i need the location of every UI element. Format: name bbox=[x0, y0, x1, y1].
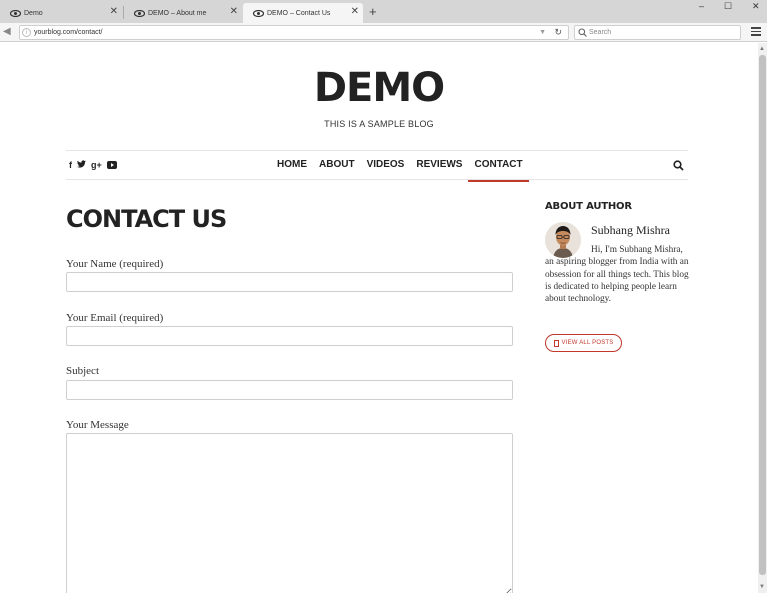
search-icon bbox=[578, 28, 587, 37]
back-arrow-icon[interactable]: ◀ bbox=[3, 26, 11, 38]
sidebar-heading: ABOUT AUTHOR bbox=[545, 201, 632, 212]
nav-item-videos[interactable]: VIDEOS bbox=[361, 151, 411, 181]
maximize-button[interactable]: ☐ bbox=[724, 0, 732, 12]
site-title[interactable]: DEMO bbox=[0, 62, 758, 114]
info-icon[interactable]: i bbox=[22, 28, 31, 37]
close-icon[interactable]: ✕ bbox=[110, 7, 118, 17]
tab-bar: Demo ✕ DEMO – About me ✕ DEMO – Contact … bbox=[0, 0, 767, 23]
dropdown-icon[interactable]: ▼ bbox=[539, 26, 546, 39]
author-bio: Hi, I'm Subhang Mishra, an aspiring blog… bbox=[545, 244, 690, 305]
twitter-icon[interactable] bbox=[77, 159, 86, 171]
eye-icon bbox=[10, 9, 21, 17]
hamburger-menu-icon[interactable] bbox=[751, 27, 761, 37]
eye-icon bbox=[253, 9, 264, 17]
social-links: f g+ bbox=[69, 159, 117, 171]
close-icon[interactable]: ✕ bbox=[351, 7, 359, 17]
page-title: CONTACT US bbox=[66, 205, 227, 233]
eye-icon bbox=[134, 9, 145, 17]
new-tab-button[interactable]: + bbox=[369, 5, 377, 18]
main-navigation: f g+ HOME ABOUT VIDEOS REVIEWS CONTACT bbox=[66, 150, 688, 182]
facebook-icon[interactable]: f bbox=[69, 159, 72, 171]
minimize-button[interactable]: – bbox=[699, 0, 704, 12]
browser-tab-demo[interactable]: Demo ✕ bbox=[0, 3, 122, 23]
tab-title: DEMO – About me bbox=[148, 9, 207, 17]
url-text[interactable]: yourblog.com/contact/ bbox=[34, 27, 102, 39]
nav-item-reviews[interactable]: REVIEWS bbox=[410, 151, 468, 181]
message-field[interactable] bbox=[66, 433, 513, 593]
nav-item-contact[interactable]: CONTACT bbox=[468, 151, 529, 182]
nav-item-about[interactable]: ABOUT bbox=[313, 151, 361, 181]
reload-icon[interactable]: ↻ bbox=[554, 26, 562, 39]
close-window-button[interactable]: ✕ bbox=[752, 0, 760, 12]
author-bio-text: Hi, I'm Subhang Mishra, an aspiring blog… bbox=[545, 245, 689, 305]
google-plus-icon[interactable]: g+ bbox=[91, 159, 102, 171]
youtube-icon[interactable] bbox=[106, 161, 117, 169]
name-field[interactable] bbox=[66, 272, 513, 292]
search-icon[interactable] bbox=[673, 160, 684, 171]
email-field[interactable] bbox=[66, 326, 513, 346]
view-all-posts-button[interactable]: VIEW ALL POSTS bbox=[545, 334, 622, 352]
subject-field[interactable] bbox=[66, 380, 513, 400]
message-field-label: Your Message bbox=[66, 419, 129, 431]
subject-field-label: Subject bbox=[66, 365, 99, 377]
name-field-label: Your Name (required) bbox=[66, 258, 164, 270]
browser-toolbar: ◀ i yourblog.com/contact/ ▼ ↻ Search bbox=[0, 23, 767, 42]
email-field-label: Your Email (required) bbox=[66, 312, 164, 324]
tab-title: Demo bbox=[24, 9, 43, 17]
scroll-up-icon[interactable]: ▲ bbox=[759, 45, 765, 53]
author-name: Subhang Mishra bbox=[591, 223, 670, 237]
close-icon[interactable]: ✕ bbox=[230, 7, 238, 17]
document-icon bbox=[553, 339, 559, 347]
tab-title: DEMO – Contact Us bbox=[267, 9, 331, 17]
page-scrollbar[interactable]: ▲ ▼ bbox=[758, 43, 767, 593]
browser-tab-contact[interactable]: DEMO – Contact Us ✕ bbox=[243, 3, 363, 23]
browser-search-field[interactable]: Search bbox=[574, 25, 741, 40]
search-placeholder: Search bbox=[589, 29, 612, 36]
scroll-down-icon[interactable]: ▼ bbox=[759, 583, 765, 591]
browser-tab-about[interactable]: DEMO – About me ✕ bbox=[124, 3, 242, 23]
scrollbar-thumb[interactable] bbox=[759, 55, 766, 575]
nav-item-home[interactable]: HOME bbox=[271, 151, 313, 181]
view-all-posts-label: VIEW ALL POSTS bbox=[561, 340, 614, 346]
nav-menu: HOME ABOUT VIDEOS REVIEWS CONTACT bbox=[271, 151, 529, 182]
site-tagline: THIS IS A SAMPLE BLOG bbox=[324, 119, 434, 129]
address-bar[interactable]: i yourblog.com/contact/ ▼ ↻ bbox=[19, 25, 569, 40]
